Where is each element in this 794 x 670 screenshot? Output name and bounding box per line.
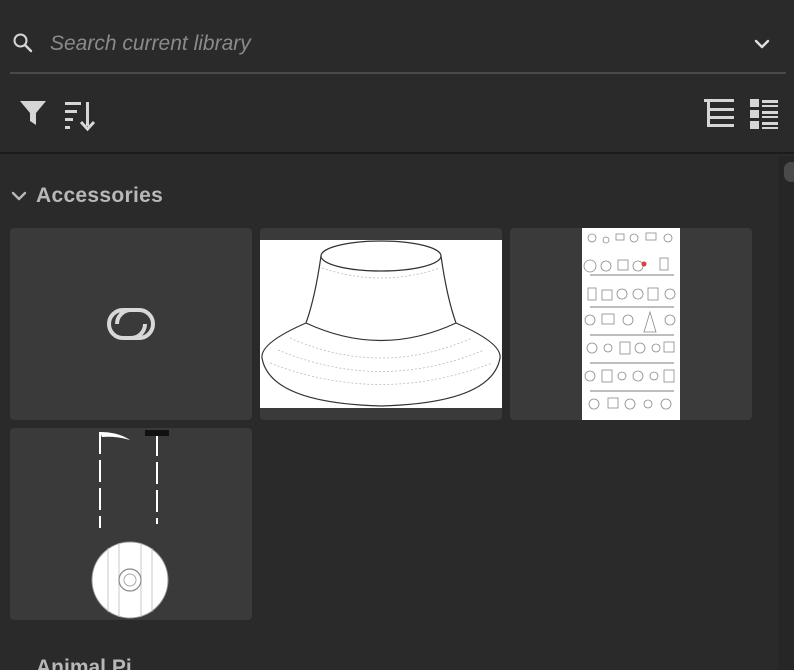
search-input[interactable] xyxy=(48,24,732,64)
creative-cloud-icon xyxy=(107,308,155,340)
scrollbar-thumb[interactable] xyxy=(784,162,794,182)
library-item-bucket-hat[interactable] xyxy=(260,228,502,420)
group-header-accessories[interactable]: Accessories xyxy=(10,180,163,212)
scrollbar[interactable] xyxy=(778,156,794,670)
library-panel: Accessories xyxy=(0,0,794,670)
chevron-down-icon[interactable] xyxy=(752,34,772,54)
chevron-down-icon xyxy=(11,191,27,201)
sort-icon[interactable] xyxy=(62,98,96,132)
reference-sheet-image xyxy=(582,228,680,420)
group-header-next[interactable]: Animal Pi xyxy=(36,656,132,670)
list-view-icon[interactable] xyxy=(746,96,780,130)
filter-icon[interactable] xyxy=(16,96,50,130)
search-bar xyxy=(10,20,786,74)
group-title: Accessories xyxy=(36,184,164,207)
grid-view-icon[interactable] xyxy=(702,96,736,130)
bucket-hat-image xyxy=(260,240,502,408)
search-icon xyxy=(13,33,33,53)
library-item-reference-sheet[interactable] xyxy=(510,228,752,420)
library-content: Accessories Animal Pi xyxy=(0,156,778,670)
weapons-image xyxy=(91,430,169,619)
library-item-weapons[interactable] xyxy=(10,428,252,620)
library-toolbar xyxy=(0,74,794,154)
library-item-cloud[interactable] xyxy=(10,228,252,420)
